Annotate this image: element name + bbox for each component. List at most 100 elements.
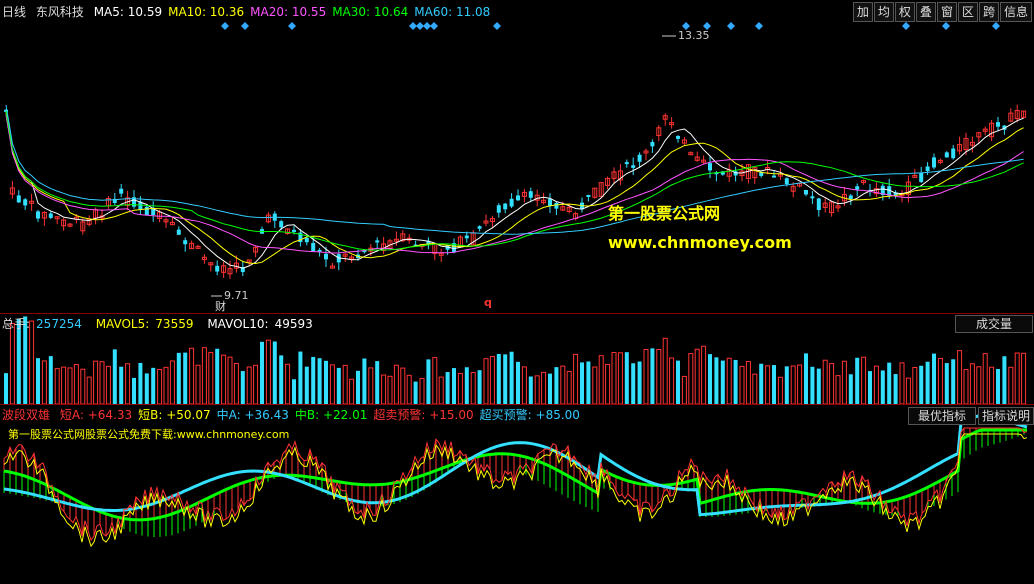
volume-bar-up xyxy=(534,375,540,405)
volume-bar-up xyxy=(1021,352,1027,405)
volume-bar-up xyxy=(432,357,438,405)
volume-bar-up xyxy=(419,378,425,405)
ma-legend-item: MA5: 10.59 xyxy=(93,5,163,19)
volume-bar-up xyxy=(745,361,751,405)
signal-diamond xyxy=(727,22,735,30)
volume-bar-down xyxy=(804,353,808,404)
toolbar-button-6[interactable]: 跨 xyxy=(978,2,999,22)
toolbar-button-3[interactable]: 叠 xyxy=(915,2,936,22)
volume-bar-up xyxy=(489,356,495,405)
chart-toolbar: 加均权叠窗区跨信息 xyxy=(852,2,1032,22)
indicator-panel-header: 波段双雄 短A: +64.33 短B: +50.07 中A: +36.43 中B: +… xyxy=(2,405,592,425)
volume-bar-down xyxy=(356,370,360,404)
volume-bar-down xyxy=(464,367,469,404)
candle-body-down xyxy=(919,172,924,183)
volume-bar-up xyxy=(105,365,111,405)
indicator-legend-item: 中A: +36.43 xyxy=(216,408,289,422)
stock-chart-canvas[interactable] xyxy=(0,0,1034,584)
candle-body-down xyxy=(855,186,860,190)
volume-bar-down xyxy=(676,360,680,404)
toolbar-button-0[interactable]: 加 xyxy=(852,2,873,22)
volume-bar-up xyxy=(227,356,233,405)
volume-bar-down xyxy=(426,359,431,404)
candle-body-down xyxy=(804,189,808,195)
volume-bar-down xyxy=(119,366,124,404)
volume-bar-up xyxy=(342,364,348,405)
volume-bar-up xyxy=(566,370,572,405)
volume-bar-up xyxy=(265,339,271,405)
volume-bar-up xyxy=(470,372,476,405)
volume-bar-up xyxy=(189,347,195,405)
volume-bar-up xyxy=(969,363,975,405)
volume-bar-up xyxy=(349,378,355,405)
candle-body-down xyxy=(36,211,40,219)
candle-body-down xyxy=(932,157,936,168)
volume-bar-up xyxy=(957,350,963,405)
toolbar-button-2[interactable]: 权 xyxy=(894,2,915,22)
volume-bar-up xyxy=(560,365,566,405)
signal-diamond xyxy=(423,22,431,30)
stock-name: 东风科技 xyxy=(35,5,84,19)
toolbar-button-5[interactable]: 区 xyxy=(957,2,978,22)
volume-bar-down xyxy=(336,367,341,404)
period-label: 日线 xyxy=(2,5,27,19)
volume-bar-up xyxy=(681,375,687,405)
candle-body-down xyxy=(528,191,533,198)
volume-bar-down xyxy=(586,361,591,404)
volume-bar-down xyxy=(951,359,956,404)
volume-bar-up xyxy=(899,362,905,405)
volume-bar-up xyxy=(233,362,239,405)
signal-diamond xyxy=(942,22,950,30)
volume-bar-up xyxy=(93,360,99,405)
toolbar-button-7[interactable]: 信息 xyxy=(999,2,1032,22)
event-marker-q[interactable]: q xyxy=(484,296,492,309)
volume-bar-up xyxy=(99,361,105,405)
volume-bar-up xyxy=(157,368,163,405)
watermark-url: www.chnmoney.com xyxy=(608,233,792,252)
ma-legend-item: MA10: 10.36 xyxy=(168,5,245,19)
volume-bar-down xyxy=(848,374,853,404)
volume-bar-down xyxy=(311,356,316,404)
indicator-help-button[interactable]: 指标说明 xyxy=(978,407,1034,425)
volume-bar-up xyxy=(208,352,214,405)
volume-button[interactable]: 成交量 xyxy=(955,315,1033,333)
toolbar-button-1[interactable]: 均 xyxy=(873,2,894,22)
volume-bar-down xyxy=(932,353,936,404)
volume-bar-down xyxy=(304,366,309,404)
toolbar-button-4[interactable]: 窗 xyxy=(936,2,957,22)
volume-bar-up xyxy=(739,365,745,405)
candle-body-down xyxy=(16,195,21,203)
ma10-line xyxy=(5,112,1024,265)
volume-bar-up xyxy=(989,366,995,405)
indicator-note: 第一股票公式网股票公式免费下载:www.chnmoney.com xyxy=(8,428,290,441)
candle-body-down xyxy=(48,213,53,218)
volume-bar-up xyxy=(393,364,399,405)
volume-bar-up xyxy=(9,322,15,405)
volume-bar-up xyxy=(521,366,527,405)
volume-bar-down xyxy=(810,366,815,404)
volume-bar-up xyxy=(611,352,617,405)
signal-diamond xyxy=(288,22,296,30)
best-indicator-button[interactable]: 最优指标 xyxy=(908,407,976,425)
volume-bar-up xyxy=(873,365,879,405)
ma5-line xyxy=(5,110,1024,269)
volume-bar-down xyxy=(919,365,924,404)
candle-body-down xyxy=(624,162,629,165)
candle-body-down xyxy=(784,178,789,185)
volume-bar-down xyxy=(554,367,559,404)
finance-marker[interactable]: 财 xyxy=(215,298,226,314)
candle-body-down xyxy=(586,194,591,197)
candle-body-down xyxy=(375,240,380,243)
volume-bar-up xyxy=(201,347,207,405)
volume-bar-down xyxy=(816,368,821,404)
volume-bar-up xyxy=(54,368,60,405)
candle-body-down xyxy=(708,163,712,171)
indicator-legend-item: 短B: +50.07 xyxy=(138,408,211,422)
volume-bar-down xyxy=(138,362,143,404)
volume-bar-down xyxy=(496,353,501,404)
candle-body-down xyxy=(516,195,520,201)
volume-bar-down xyxy=(36,358,40,404)
volume-bar-up xyxy=(643,349,649,405)
volume-bar-up xyxy=(752,373,758,405)
volume-bar-up xyxy=(976,366,982,405)
